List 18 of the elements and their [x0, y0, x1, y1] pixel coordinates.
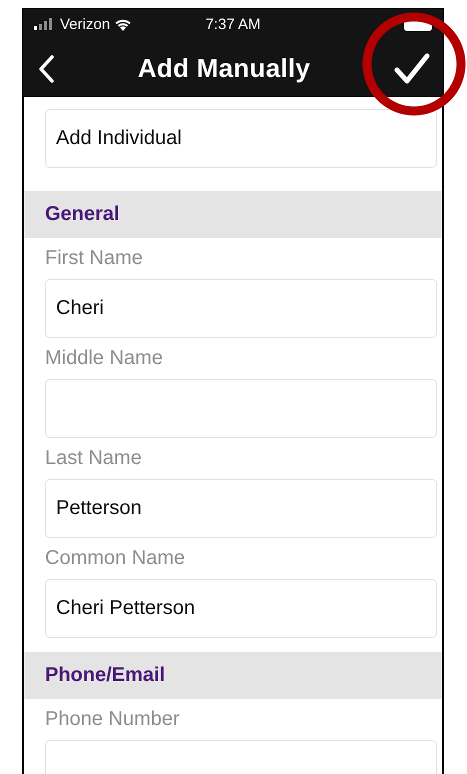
entry-type-field[interactable]: Add Individual — [45, 109, 437, 168]
field-label: Phone Number — [45, 708, 180, 731]
carrier-name: Verizon — [60, 16, 110, 32]
status-time: 7:37 AM — [205, 16, 261, 32]
section-title: General — [45, 203, 120, 226]
back-icon[interactable] — [38, 54, 54, 82]
text-field[interactable] — [45, 379, 437, 438]
field-label: First Name — [45, 247, 143, 270]
text-field[interactable]: Petterson — [45, 479, 437, 538]
section-title: Phone/Email — [45, 664, 166, 687]
field-label: Common Name — [45, 547, 186, 570]
field-label: Last Name — [45, 447, 142, 470]
screen-title: Add Manually — [138, 53, 310, 84]
text-field[interactable]: Cheri — [45, 279, 437, 338]
checkmark-icon[interactable] — [394, 52, 430, 84]
wifi-icon — [114, 18, 132, 30]
field-label: Middle Name — [45, 347, 163, 370]
text-field[interactable]: Cheri Petterson — [45, 579, 437, 638]
